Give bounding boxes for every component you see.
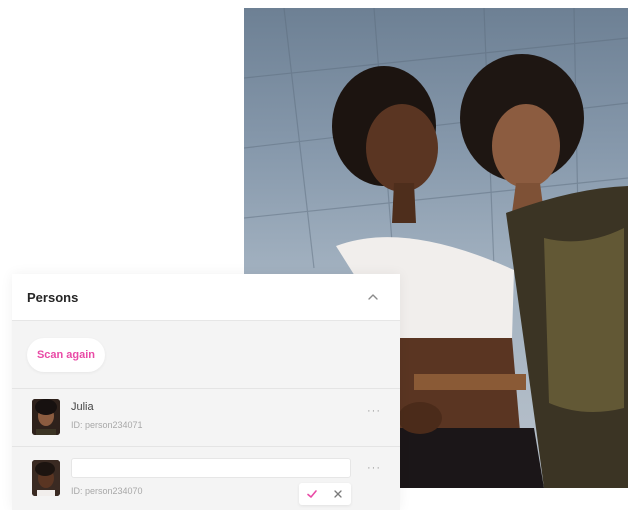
more-options-icon[interactable]: ···: [367, 462, 381, 474]
person-name: Julia: [71, 401, 94, 413]
close-icon[interactable]: [325, 483, 351, 505]
panel-title: Persons: [27, 290, 79, 305]
more-options-icon[interactable]: ···: [367, 405, 381, 417]
avatar: [32, 460, 60, 496]
panel-header: Persons: [12, 274, 400, 321]
person-row[interactable]: Julia ID: person234071 ···: [12, 389, 400, 445]
person-id: ID: person234070: [71, 486, 143, 496]
person-id: ID: person234071: [71, 420, 143, 430]
persons-panel: Persons Scan again Julia ID: person23407…: [12, 274, 400, 510]
edit-actions: [299, 483, 351, 505]
check-icon[interactable]: [299, 483, 325, 505]
person-name-input[interactable]: [71, 458, 351, 478]
avatar: [32, 399, 60, 435]
chevron-up-icon[interactable]: [366, 290, 380, 304]
scan-again-button[interactable]: Scan again: [27, 338, 105, 372]
